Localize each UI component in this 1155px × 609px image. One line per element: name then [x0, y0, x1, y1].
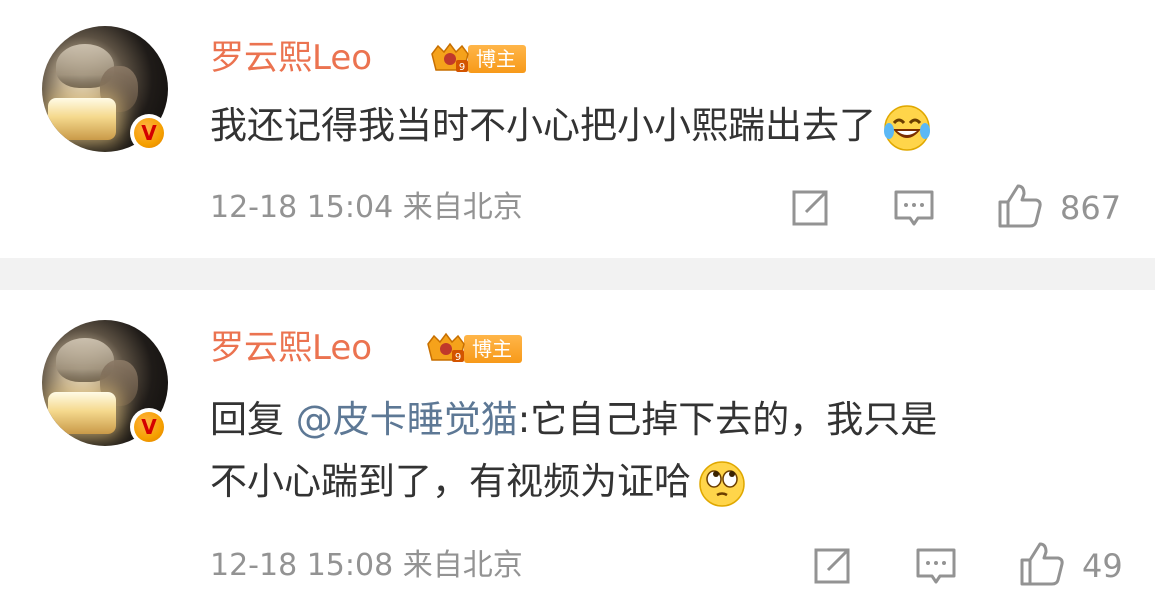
eye-roll-emoji — [695, 457, 749, 511]
verified-v-icon: V — [130, 114, 168, 152]
comment-icon[interactable] — [892, 188, 936, 234]
share-icon[interactable] — [810, 544, 854, 592]
comment-text: 我还记得我当时不小心把小小熙踹出去了 — [210, 96, 934, 156]
comment-body: 我还记得我当时不小心把小小熙踹出去了 — [210, 104, 876, 147]
comment-body-line2: 不小心踹到了，有视频为证哈 — [210, 460, 691, 503]
svg-text:9: 9 — [455, 352, 461, 363]
svg-text:9: 9 — [459, 62, 465, 73]
badge-label: 博主 — [468, 45, 526, 73]
like-count: 49 — [1082, 547, 1123, 585]
blogger-badge: 9 博主 — [424, 332, 522, 366]
username[interactable]: 罗云熙Leo — [210, 328, 372, 368]
like-count: 867 — [1060, 189, 1122, 227]
crown-level-icon: 9 — [424, 332, 468, 366]
comment-item: V 罗云熙Leo 9 博主 回复 @皮卡睡觉猫:它自己掉下去的，我只是 不小心踹… — [0, 290, 1155, 609]
username[interactable]: 罗云熙Leo — [210, 38, 372, 78]
thumbs-up-icon[interactable] — [1018, 540, 1066, 592]
mention-link[interactable]: @皮卡睡觉猫 — [296, 398, 518, 441]
comment-body-line1: :它自己掉下去的，我只是 — [517, 398, 938, 441]
crown-level-icon: 9 — [428, 42, 472, 76]
comment-item: V 罗云熙Leo 9 博主 我还记得我当时不小心把小小熙踹出去了 12-18 1… — [0, 0, 1155, 258]
comment-icon[interactable] — [914, 546, 958, 592]
share-icon[interactable] — [788, 186, 832, 234]
reply-prefix: 回复 — [210, 398, 284, 441]
laugh-cry-emoji — [880, 101, 934, 155]
avatar-lamp — [48, 392, 116, 434]
comment-text-line2: 不小心踹到了，有视频为证哈 — [210, 452, 749, 512]
timestamp: 12-18 15:08 来自北京 — [210, 548, 523, 583]
timestamp: 12-18 15:04 来自北京 — [210, 190, 523, 225]
section-divider — [0, 258, 1155, 290]
verified-v-icon: V — [130, 408, 168, 446]
thumbs-up-icon[interactable] — [996, 182, 1044, 234]
avatar-lamp — [48, 98, 116, 140]
badge-label: 博主 — [464, 335, 522, 363]
comment-text-line1: 回复 @皮卡睡觉猫:它自己掉下去的，我只是 — [210, 390, 937, 450]
blogger-badge: 9 博主 — [428, 42, 526, 76]
